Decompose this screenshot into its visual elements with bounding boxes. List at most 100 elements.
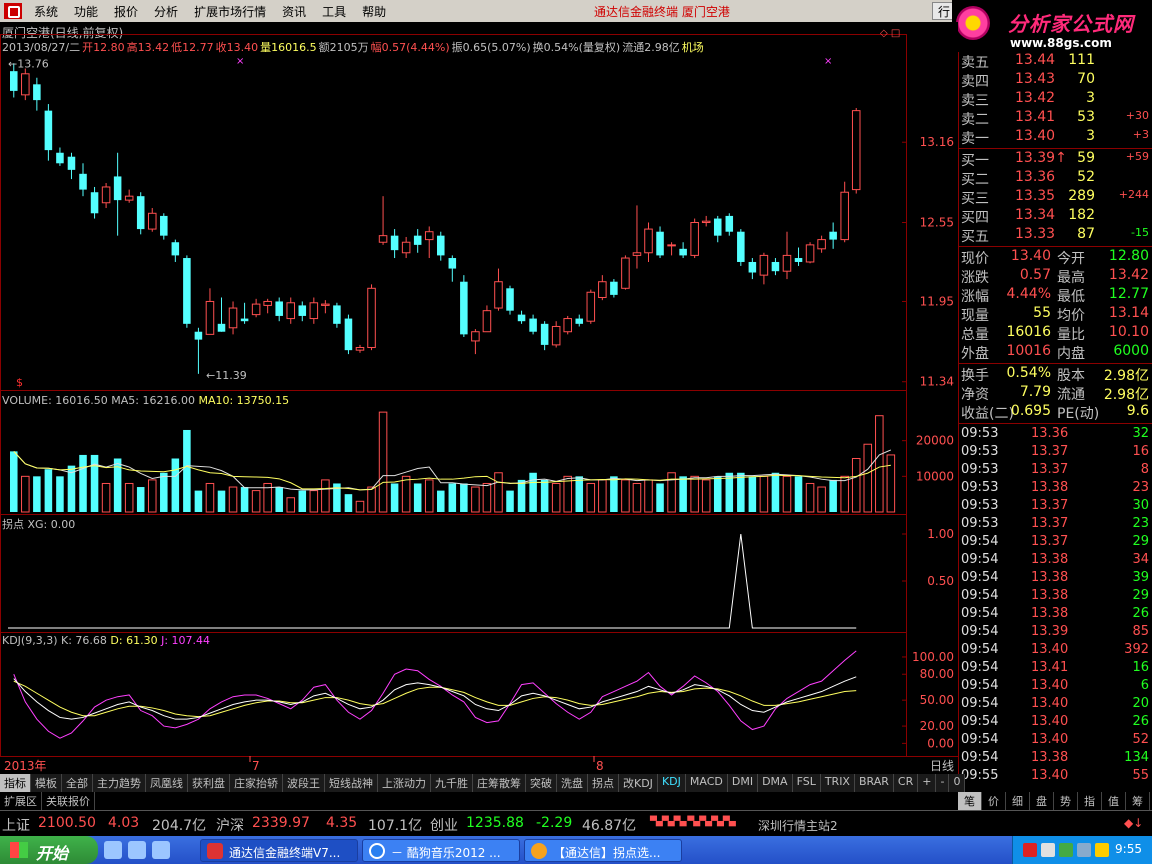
tray-icon[interactable]: [1041, 843, 1055, 857]
indicator-tab[interactable]: MACD: [685, 774, 728, 792]
taskbar-item-tdx[interactable]: 通达信金融终端V7...: [200, 839, 358, 862]
start-button[interactable]: 开始: [0, 836, 98, 864]
tick-time: 09:54: [961, 714, 999, 729]
candle-body: [136, 196, 145, 230]
taskbar-item-kugou[interactable]: － 酷狗音乐2012 ...: [362, 839, 520, 862]
divider: [959, 246, 1152, 247]
ask-row: 卖五 13.44 111: [959, 52, 1152, 71]
start-label: 开始: [36, 844, 69, 863]
menu-system[interactable]: 系统: [26, 3, 66, 20]
indicator-tab[interactable]: 改KDJ: [619, 774, 658, 792]
indicator-tab[interactable]: 模板: [31, 774, 62, 792]
indicator-tab[interactable]: 主力趋势: [93, 774, 146, 792]
candle-body: [448, 258, 457, 269]
indicator-tab[interactable]: 凤凰线: [146, 774, 188, 792]
alert-icon[interactable]: ◆↓: [1124, 816, 1143, 830]
menu-quote[interactable]: 报价: [106, 3, 146, 20]
indicator-tab[interactable]: DMI: [727, 774, 759, 792]
ask-row: 卖一 13.40 3 +3: [959, 128, 1152, 147]
quote-view-tab[interactable]: 盘: [1030, 792, 1054, 810]
indicator-tab[interactable]: BRAR: [854, 774, 894, 792]
kugou-icon: [369, 843, 385, 859]
candle-body: [378, 235, 388, 243]
menu-function[interactable]: 功能: [66, 3, 106, 20]
indicator-tab[interactable]: CR: [893, 774, 919, 792]
tray-icon[interactable]: [1095, 843, 1109, 857]
tick-time: 09:53: [961, 462, 999, 477]
indicator-tab[interactable]: 九千胜: [431, 774, 473, 792]
kdj-axis-label: 0.00: [927, 736, 954, 750]
quick-launch-icon[interactable]: [104, 841, 122, 859]
tray-icon[interactable]: [1023, 843, 1037, 857]
extension-tab[interactable]: 扩展区: [0, 792, 42, 810]
quote-view-tab[interactable]: 值: [1102, 792, 1126, 810]
indicator-tab[interactable]: +: [918, 774, 937, 792]
indicator-tab[interactable]: FSL: [792, 774, 821, 792]
quote-view-tab[interactable]: 指: [1078, 792, 1102, 810]
quote-view-tab[interactable]: 势: [1054, 792, 1078, 810]
menu-tools[interactable]: 工具: [314, 3, 354, 20]
indicator-tab[interactable]: 波段王: [283, 774, 325, 792]
tick-volume: 39: [1132, 570, 1149, 585]
indicator-tab[interactable]: KDJ: [657, 774, 686, 792]
indicator-tab[interactable]: 获利盘: [188, 774, 230, 792]
quick-launch-icon[interactable]: [128, 841, 146, 859]
tray-icon[interactable]: [1059, 843, 1073, 857]
tray-icon[interactable]: [1077, 843, 1091, 857]
volume-bar: [632, 482, 642, 513]
candle-body: [413, 235, 422, 245]
candle-body: [782, 254, 792, 272]
candle-body: [10, 71, 18, 91]
extension-tab[interactable]: 关联报价: [42, 792, 95, 810]
tick-time: 09:53: [961, 516, 999, 531]
stat-value: 4.44%: [1006, 286, 1051, 302]
indicator-tab[interactable]: 0: [949, 774, 966, 792]
tick-row: 09:53 13.37 8: [959, 462, 1152, 480]
indicator-tab[interactable]: 突破: [526, 774, 557, 792]
signal-marker: ×: [824, 56, 832, 67]
volume-bar: [817, 486, 826, 513]
candle-body: [171, 242, 180, 256]
tick-price: 13.40: [1031, 714, 1069, 729]
menu-help[interactable]: 帮助: [354, 3, 394, 20]
candle-body: [217, 323, 226, 332]
indicator-tab[interactable]: -: [936, 774, 950, 792]
taskbar-item-browser[interactable]: 【通达信】拐点选...: [524, 839, 682, 862]
quick-launch-icon[interactable]: [152, 841, 170, 859]
stat-row: 外盘 10016 内盘 6000: [959, 343, 1152, 362]
candle-body: [44, 110, 53, 151]
indicator-tab[interactable]: 上涨动力: [378, 774, 431, 792]
candle-body: [424, 231, 434, 241]
period-label[interactable]: 日线: [930, 759, 954, 773]
indicator-tab[interactable]: DMA: [758, 774, 793, 792]
volume-bar: [160, 472, 168, 512]
volume-bar: [794, 476, 803, 512]
indicator-tab[interactable]: 指标: [0, 774, 31, 792]
ask-label: 卖五: [961, 55, 989, 71]
tick-time: 09:54: [961, 624, 999, 639]
quote-view-tab[interactable]: 笔: [958, 792, 982, 810]
quote-view-tab[interactable]: 筹: [1126, 792, 1150, 810]
kdj-j: J: 107.44: [161, 634, 211, 647]
chart-corner-icon[interactable]: ◇ □: [880, 28, 900, 39]
stat-label: 外盘: [961, 346, 989, 362]
status-field: 上证: [2, 818, 30, 834]
candle-body: [551, 325, 561, 346]
quote-view-tab[interactable]: 价: [982, 792, 1006, 810]
quote-panel: 卖五 13.44 111 卖四 13.43 70 卖三 13.42 3 卖二 13.41 53 +30 卖…: [958, 52, 1152, 792]
menu-ext-market[interactable]: 扩展市场行情: [186, 3, 274, 20]
indicator-tab[interactable]: 庄筹散筹: [473, 774, 526, 792]
kdj-j-line: [13, 650, 857, 739]
tick-price: 13.37: [1031, 516, 1069, 531]
indicator-tab[interactable]: TRIX: [820, 774, 855, 792]
candle-body: [517, 314, 526, 322]
volume-bar: [413, 483, 422, 512]
indicator-tab[interactable]: 拐点: [588, 774, 619, 792]
menu-analysis[interactable]: 分析: [146, 3, 186, 20]
indicator-tab[interactable]: 庄家抬轿: [230, 774, 283, 792]
quote-view-tab[interactable]: 细: [1006, 792, 1030, 810]
indicator-tab[interactable]: 短线战神: [325, 774, 378, 792]
indicator-tab[interactable]: 全部: [62, 774, 93, 792]
menu-news[interactable]: 资讯: [274, 3, 314, 20]
indicator-tab[interactable]: 洗盘: [557, 774, 588, 792]
